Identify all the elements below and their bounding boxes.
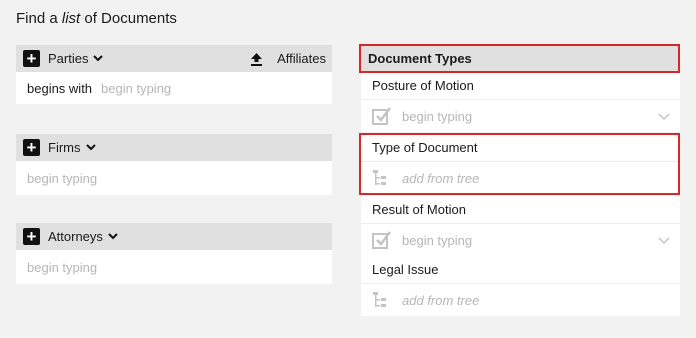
document-types-body: Posture of Motion begin typing Type of D… — [361, 72, 680, 316]
title-prefix: Find a — [16, 10, 62, 27]
type-of-document-tree[interactable]: add from tree — [361, 162, 680, 194]
attorneys-panel: + Attorneys begin typing — [16, 223, 332, 284]
attorneys-header: + Attorneys — [16, 223, 332, 250]
tree-icon — [372, 290, 392, 310]
firms-input-row[interactable]: begin typing — [16, 161, 332, 195]
add-firms-button[interactable]: + — [23, 139, 40, 156]
firms-label: Firms — [48, 140, 81, 155]
attorneys-input[interactable]: begin typing — [27, 260, 97, 275]
checklist-icon — [372, 230, 392, 250]
document-types-panel: Document Types Posture of Motion begin t… — [361, 45, 680, 316]
firms-panel: + Firms begin typing — [16, 134, 332, 195]
posture-of-motion-input[interactable]: begin typing — [402, 109, 472, 124]
parties-input[interactable]: begin typing — [101, 81, 171, 96]
result-of-motion-select[interactable]: begin typing — [361, 224, 680, 256]
parties-label: Parties — [48, 51, 89, 66]
chevron-down-icon[interactable] — [93, 55, 104, 62]
begins-with-label[interactable]: begins with — [27, 81, 92, 96]
firms-input[interactable]: begin typing — [27, 171, 97, 186]
title-emphasis: list — [61, 10, 81, 27]
checklist-icon — [372, 106, 392, 126]
result-of-motion-label: Result of Motion — [361, 196, 680, 224]
parties-header: + Parties Affiliates — [16, 45, 332, 72]
type-of-document-label: Type of Document — [361, 134, 680, 162]
chevron-down-icon[interactable] — [108, 233, 118, 240]
attorneys-input-row[interactable]: begin typing — [16, 250, 332, 284]
upload-icon[interactable] — [250, 52, 263, 66]
chevron-down-icon[interactable] — [85, 144, 96, 151]
add-parties-button[interactable]: + — [23, 50, 40, 67]
legal-issue-input[interactable]: add from tree — [402, 293, 479, 308]
legal-issue-tree[interactable]: add from tree — [361, 284, 680, 316]
attorneys-label: Attorneys — [48, 229, 103, 244]
parties-panel: + Parties Affiliates begins with begin t… — [16, 45, 332, 104]
posture-of-motion-label: Posture of Motion — [361, 72, 680, 100]
affiliates-link[interactable]: Affiliates — [277, 51, 326, 66]
type-of-document-input[interactable]: add from tree — [402, 171, 479, 186]
chevron-down-icon[interactable] — [658, 236, 670, 244]
page-title: Find a list of Documents — [16, 10, 177, 27]
posture-of-motion-select[interactable]: begin typing — [361, 100, 680, 132]
parties-input-row[interactable]: begins with begin typing — [16, 72, 332, 104]
document-types-header: Document Types — [361, 45, 680, 72]
tree-icon — [372, 168, 392, 188]
result-of-motion-input[interactable]: begin typing — [402, 233, 472, 248]
add-attorneys-button[interactable]: + — [23, 228, 40, 245]
firms-header: + Firms — [16, 134, 332, 161]
title-suffix: of Documents — [80, 10, 177, 27]
legal-issue-label: Legal Issue — [361, 256, 680, 284]
chevron-down-icon[interactable] — [658, 112, 670, 120]
